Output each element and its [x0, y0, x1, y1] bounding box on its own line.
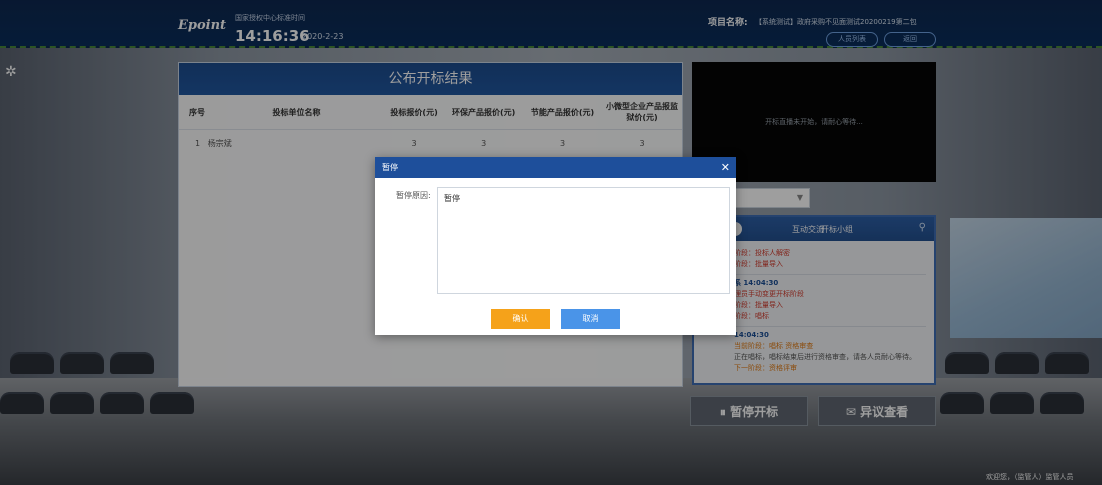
dialog-title: 暂停 — [382, 163, 398, 172]
pause-dialog: 暂停 ✕ 暂停原因: 暂停 确认 取消 — [375, 157, 736, 335]
confirm-button[interactable]: 确认 — [491, 309, 550, 329]
close-icon[interactable]: ✕ — [721, 157, 730, 178]
cancel-button[interactable]: 取消 — [561, 309, 620, 329]
reason-label: 暂停原因: — [396, 191, 431, 200]
reason-textarea[interactable]: 暂停 — [437, 187, 730, 294]
dialog-header: 暂停 ✕ — [375, 157, 736, 178]
